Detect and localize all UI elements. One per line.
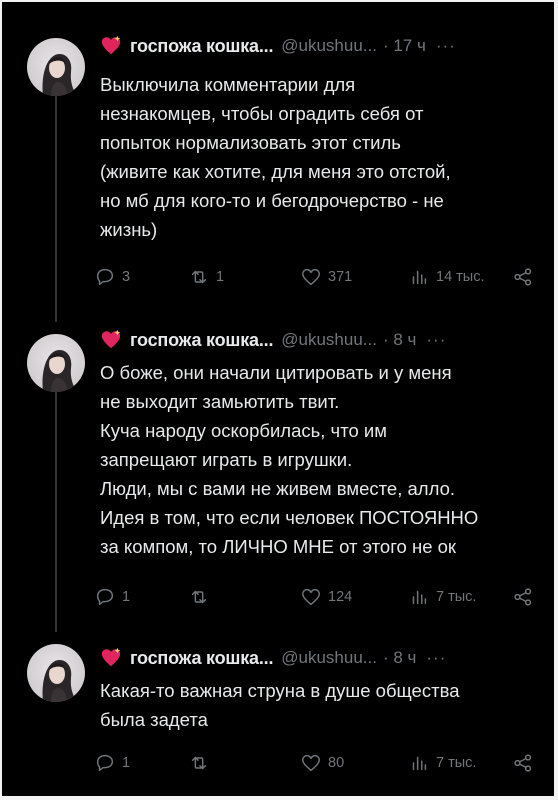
tweet-text: Какая-то важная струна в душе общества б…: [100, 676, 540, 734]
reply-count: 1: [122, 589, 131, 605]
views-icon: [412, 756, 427, 771]
text-line: за компом, то ЛИЧНО МНЕ от этого не ок: [100, 536, 457, 557]
reply-count: 1: [122, 755, 131, 771]
share-button[interactable]: [512, 266, 540, 288]
avatar[interactable]: [27, 644, 85, 702]
text-line: но мб для кого-то и бегодрочерство - не: [100, 190, 444, 211]
author-name[interactable]: госпожа кошка...: [130, 648, 273, 669]
share-icon: [514, 588, 532, 606]
timestamp[interactable]: · 8 ч: [383, 648, 416, 668]
share-button[interactable]: [512, 586, 540, 608]
author-name[interactable]: госпожа кошка...: [130, 36, 273, 57]
text-line: попыток нормализовать этот стиль: [100, 132, 401, 153]
reply-icon: [96, 268, 114, 286]
views-icon: [412, 270, 427, 285]
repost-button[interactable]: [188, 752, 216, 774]
text-line: Идея в том, что если человек ПОСТОЯННО: [100, 507, 479, 528]
share-icon: [514, 754, 532, 772]
like-icon: [302, 268, 320, 286]
tweet-text: О боже, они начали цитировать и у меня н…: [100, 358, 540, 561]
repost-icon: [191, 590, 207, 604]
tweet-text: Выключила комментарии для незнакомцев, ч…: [100, 70, 540, 244]
reply-icon: [96, 588, 114, 606]
reply-button[interactable]: 1: [94, 752, 130, 774]
text-line: О боже, они начали цитировать и у меня: [100, 362, 452, 383]
thread-line: [55, 94, 57, 322]
action-bar: 1 80 7 тыс.: [94, 752, 540, 776]
text-line: незнакомцев, чтобы оградить себя от: [100, 103, 424, 124]
text-line: была задета: [100, 709, 208, 730]
heart-emoji-icon: [101, 647, 121, 667]
reply-count: 3: [122, 269, 131, 285]
text-line: запрещают играть в игрушки.: [100, 449, 353, 470]
view-count: 14 тыс.: [436, 269, 485, 285]
like-icon: [302, 754, 320, 772]
like-icon: [302, 588, 320, 606]
text-line: Выключила комментарии для: [100, 74, 356, 95]
thread-line: [55, 392, 57, 632]
views-button[interactable]: 7 тыс.: [408, 752, 476, 774]
author-handle[interactable]: @ukushuu...: [281, 330, 377, 350]
timestamp[interactable]: · 17 ч: [383, 36, 426, 56]
like-button[interactable]: 80: [300, 752, 344, 774]
tweet-header: госпожа кошка... @ukushuu... · 8 ч ···: [100, 646, 446, 670]
reply-button[interactable]: 3: [94, 266, 130, 288]
text-line: жизнь): [100, 219, 158, 240]
author-handle[interactable]: @ukushuu...: [281, 36, 377, 56]
text-line: Куча народу оскорбилась, что им: [100, 420, 387, 441]
views-button[interactable]: 14 тыс.: [408, 266, 485, 288]
views-button[interactable]: 7 тыс.: [408, 586, 476, 608]
timestamp[interactable]: · 8 ч: [383, 330, 416, 350]
repost-button[interactable]: [188, 586, 216, 608]
avatar[interactable]: [27, 38, 85, 96]
view-count: 7 тыс.: [436, 589, 477, 605]
like-count: 80: [328, 755, 345, 771]
tweet-header: госпожа кошка... @ukushuu... · 8 ч ···: [100, 328, 446, 352]
like-button[interactable]: 371: [300, 266, 352, 288]
more-options-button[interactable]: ···: [426, 648, 446, 668]
text-line: не выходит замьютить твит.: [100, 391, 340, 412]
repost-button[interactable]: 1: [188, 266, 224, 288]
share-icon: [514, 268, 532, 286]
action-bar: 1 124 7 тыс.: [94, 586, 540, 610]
share-button[interactable]: [512, 752, 540, 774]
action-bar: 3 1 371 14 тыс.: [94, 266, 540, 290]
reply-icon: [96, 754, 114, 772]
avatar[interactable]: [27, 334, 85, 392]
heart-emoji-icon: [101, 35, 121, 55]
repost-icon: [191, 270, 207, 284]
author-name[interactable]: госпожа кошка...: [130, 330, 273, 351]
author-handle[interactable]: @ukushuu...: [281, 648, 377, 668]
heart-emoji-icon: [101, 329, 121, 349]
like-count: 124: [328, 589, 353, 605]
more-options-button[interactable]: ···: [426, 330, 446, 350]
like-count: 371: [328, 269, 353, 285]
repost-icon: [191, 756, 207, 770]
text-line: Какая-то важная струна в душе общества: [100, 680, 460, 701]
more-options-button[interactable]: ···: [436, 36, 456, 56]
repost-count: 1: [216, 269, 225, 285]
reply-button[interactable]: 1: [94, 586, 130, 608]
text-line: (живите как хотите, для меня это отстой,: [100, 161, 451, 182]
tweet-header: госпожа кошка... @ukushuu... · 17 ч ···: [100, 34, 456, 58]
timeline: госпожа кошка... @ukushuu... · 17 ч ··· …: [2, 2, 554, 796]
like-button[interactable]: 124: [300, 586, 352, 608]
view-count: 7 тыс.: [436, 755, 477, 771]
views-icon: [412, 590, 427, 605]
text-line: Люди, мы с вами не живем вместе, алло.: [100, 478, 456, 499]
